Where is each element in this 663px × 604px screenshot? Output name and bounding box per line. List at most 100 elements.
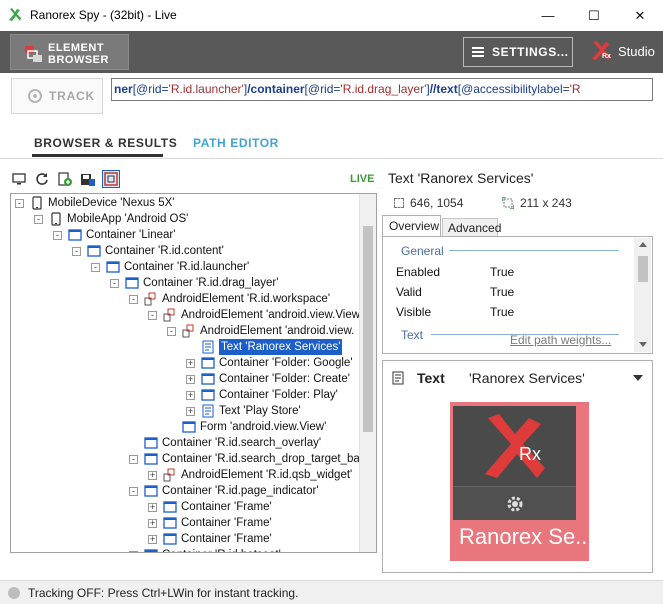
tree-item[interactable]: - Container 'R.id.content' xyxy=(72,243,224,259)
tree-item[interactable]: - Container 'R.id.drag_layer' xyxy=(110,275,278,291)
path-token: 'R.id.drag_layer' xyxy=(340,82,427,96)
title-bar: Ranorex Spy - (32bit) - Live — ☐ ✕ xyxy=(0,0,663,31)
tree-item[interactable]: Form 'android.view.View' xyxy=(167,419,326,435)
section-general[interactable]: General xyxy=(401,244,444,258)
tree-scroll-thumb[interactable] xyxy=(363,226,373,432)
tree-item[interactable]: - Container 'R.id.launcher' xyxy=(91,259,249,275)
tree-item[interactable]: + Container 'Frame' xyxy=(148,515,272,531)
scroll-down-icon[interactable] xyxy=(639,342,647,347)
path-token: 'R.id.launcher' xyxy=(168,82,244,96)
collapse-icon[interactable]: - xyxy=(53,230,62,240)
tree-item-label: Container 'R.id.content' xyxy=(105,245,224,257)
tree-item[interactable]: + Container 'Folder: Google' xyxy=(186,355,353,371)
tree-item[interactable]: + Text 'Play Store' xyxy=(186,403,301,419)
chevron-down-icon[interactable] xyxy=(633,375,643,381)
collapse-icon[interactable]: - xyxy=(129,550,138,552)
add-item-icon[interactable] xyxy=(56,170,74,188)
tree-scrollbar[interactable] xyxy=(359,194,376,552)
tree-item[interactable]: - AndroidElement 'android.view.View xyxy=(148,307,360,323)
section-text[interactable]: Text xyxy=(401,328,423,342)
element-size: 211 x 243 xyxy=(520,196,572,210)
tab-advanced[interactable]: Advanced xyxy=(442,218,501,237)
tree-item[interactable]: - Container 'Linear' xyxy=(53,227,175,243)
collapse-icon[interactable]: - xyxy=(129,486,138,496)
tree-item[interactable]: Container 'R.id.search_overlay' xyxy=(129,435,321,451)
tab-divider xyxy=(0,158,663,159)
tab-browser-results[interactable]: BROWSER & RESULTS xyxy=(34,136,177,150)
prop-value-visible: True xyxy=(490,305,515,319)
expand-icon[interactable]: + xyxy=(186,374,195,384)
tree-item[interactable]: + Container 'Frame' xyxy=(148,531,272,547)
tree-item[interactable]: - Container 'R.id.page_indicator' xyxy=(129,483,319,499)
tree-item[interactable]: + Container 'Folder: Play' xyxy=(186,387,338,403)
maximize-button[interactable]: ☐ xyxy=(571,0,617,31)
container-icon xyxy=(201,356,215,370)
element-browser-button[interactable]: ELEMENT BROWSER xyxy=(10,34,129,70)
main-toolbar: ELEMENT BROWSER SETTINGS... Rx Studio xyxy=(0,31,663,73)
collapse-icon[interactable]: - xyxy=(129,294,138,304)
path-token: [@rid= xyxy=(304,82,341,96)
settings-button[interactable]: SETTINGS... xyxy=(463,37,573,67)
text-icon xyxy=(201,340,215,354)
tree-item[interactable]: - AndroidElement 'android.view. xyxy=(167,323,354,339)
refresh-icon[interactable] xyxy=(33,170,51,188)
expand-icon[interactable]: + xyxy=(186,390,195,400)
tree-item[interactable]: - MobileApp 'Android OS' xyxy=(34,211,188,227)
minimize-button[interactable]: — xyxy=(525,0,571,31)
screen-icon[interactable] xyxy=(10,170,28,188)
close-button[interactable]: ✕ xyxy=(617,0,663,31)
container-icon xyxy=(144,436,158,450)
properties-scrollbar[interactable] xyxy=(634,238,651,352)
tab-path-editor[interactable]: PATH EDITOR xyxy=(193,136,279,150)
ranorex-services-logo-icon: Rx xyxy=(485,414,545,478)
container-icon xyxy=(201,388,215,402)
expand-icon[interactable]: + xyxy=(186,406,195,416)
svg-text:Rx: Rx xyxy=(602,53,611,60)
tree-item[interactable]: + Container 'Frame' xyxy=(148,499,272,515)
expand-icon[interactable]: + xyxy=(186,358,195,368)
tree-item-label: AndroidElement 'R.id.qsb_widget' xyxy=(181,469,353,481)
scroll-up-icon[interactable] xyxy=(639,242,647,247)
collapse-icon[interactable]: - xyxy=(91,262,100,272)
container-icon xyxy=(201,372,215,386)
save-snapshot-icon[interactable] xyxy=(79,170,97,188)
path-token: ner xyxy=(114,82,133,96)
tree-item[interactable]: Text 'Ranorex Services' xyxy=(186,339,343,355)
collapse-icon[interactable]: - xyxy=(167,326,176,336)
tree-item[interactable]: - Container 'R.id.search_drop_target_ba xyxy=(129,451,360,467)
position-icon xyxy=(394,198,404,208)
collapse-icon[interactable]: - xyxy=(148,310,157,320)
selected-element-title: Text 'Ranorex Services' xyxy=(388,170,534,186)
status-text: Tracking OFF: Press Ctrl+LWin for instan… xyxy=(28,585,299,600)
expand-icon[interactable]: + xyxy=(148,534,157,544)
ranorex-studio-logo[interactable]: Rx Studio xyxy=(590,41,655,61)
tree-item[interactable]: + AndroidElement 'R.id.qsb_widget' xyxy=(148,467,352,483)
element-tree[interactable]: - MobileDevice 'Nexus 5X' - MobileApp 'Andr… xyxy=(10,193,377,553)
ranorexpath-input[interactable]: ner[@rid='R.id.launcher']/container[@rid… xyxy=(111,78,653,101)
tree-item-label: Container 'Folder: Google' xyxy=(219,357,353,369)
path-token: 'R xyxy=(569,82,581,96)
tree-item-label: Form 'android.view.View' xyxy=(200,421,327,433)
collapse-icon[interactable]: - xyxy=(72,246,81,256)
collapse-icon[interactable]: - xyxy=(110,278,119,288)
tree-item[interactable]: - Container 'R.id.hotseat' xyxy=(129,547,281,552)
collapse-icon[interactable]: - xyxy=(15,198,24,208)
edit-path-weights-link[interactable]: Edit path weights... xyxy=(510,333,611,347)
tree-item-label: AndroidElement 'android.view. xyxy=(200,325,355,337)
tab-overview[interactable]: Overview xyxy=(382,215,441,237)
highlight-element-icon[interactable] xyxy=(102,170,120,188)
prop-key-enabled: Enabled xyxy=(396,265,441,279)
maximize-icon: ☐ xyxy=(588,7,600,23)
tree-item[interactable]: + Container 'Folder: Create' xyxy=(186,371,350,387)
tree-item[interactable]: - AndroidElement 'R.id.workspace' xyxy=(129,291,330,307)
prop-value-enabled: True xyxy=(490,265,515,279)
expand-icon[interactable]: + xyxy=(148,470,157,480)
properties-scroll-thumb[interactable] xyxy=(638,256,648,282)
path-token: container xyxy=(250,82,305,96)
collapse-icon[interactable]: - xyxy=(129,454,138,464)
expand-icon[interactable]: + xyxy=(148,502,157,512)
expand-icon[interactable]: + xyxy=(148,518,157,528)
track-button[interactable]: TRACK xyxy=(11,78,103,114)
collapse-icon[interactable]: - xyxy=(34,214,43,224)
tree-item[interactable]: - MobileDevice 'Nexus 5X' xyxy=(15,195,174,211)
